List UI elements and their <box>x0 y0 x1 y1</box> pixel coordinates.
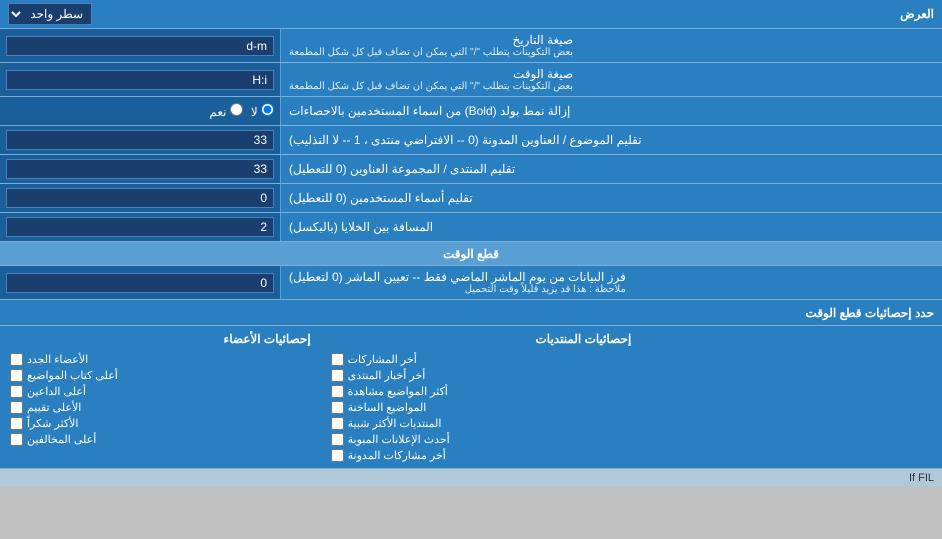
checkbox-item-3: أكثر المواضيع مشاهدة <box>331 385 632 398</box>
checkbox-item-2: أخر أخبار المنتدى <box>331 369 632 382</box>
checkbox-a3la-mokhalifeen[interactable] <box>10 433 23 446</box>
cutoff-label: فرز البيانات من يوم الماشر الماضي فقط --… <box>280 266 942 299</box>
usernames-label: تقليم أسماء المستخدمين (0 للتعطيل) <box>280 184 942 212</box>
checkbox-item-6: أحدث الإعلانات المبوبة <box>331 433 632 446</box>
cell-padding-input-cell <box>0 213 280 241</box>
forum-topics-label: تقليم المنتدى / المجموعة العناوين (0 للت… <box>280 155 942 183</box>
member-checkbox-6: أعلى المخالفين <box>10 433 311 446</box>
forum-topics-row: تقليم المنتدى / المجموعة العناوين (0 للت… <box>0 155 942 184</box>
thread-topics-label: تقليم الموضوع / العناوين المدونة (0 -- ا… <box>280 126 942 154</box>
checkbox-item-1: أخر المشاركات <box>331 353 632 366</box>
checkbox-akthar-mawadee3[interactable] <box>331 385 344 398</box>
time-format-input[interactable] <box>6 70 274 90</box>
checkbox-col-empty <box>631 332 932 462</box>
checkbox-akthar-shokran[interactable] <box>10 417 23 430</box>
cell-padding-row: المسافة بين الخلايا (بالبكسل) <box>0 213 942 242</box>
display-select[interactable]: سطر واحد سطرين ثلاثة أسطر <box>8 3 92 25</box>
usernames-row: تقليم أسماء المستخدمين (0 للتعطيل) <box>0 184 942 213</box>
bold-radio-group: لا نعم <box>209 103 274 119</box>
member-checkbox-1: الأعضاء الجدد <box>10 353 311 366</box>
member-checkbox-2: أعلى كتاب المواضيع <box>10 369 311 382</box>
members-stats-col: إحصائيات الأعضاء الأعضاء الجدد أعلى كتاب… <box>10 332 311 462</box>
checkbox-item-7: أخر مشاركات المدونة <box>331 449 632 462</box>
member-checkbox-4: الأعلى تقييم <box>10 401 311 414</box>
bold-yes-label[interactable]: نعم <box>209 103 242 119</box>
bold-no-radio[interactable] <box>261 103 274 116</box>
checkbox-a3la-da3en[interactable] <box>10 385 23 398</box>
cutoff-section-header: قطع الوقت <box>0 242 942 266</box>
date-format-input[interactable] <box>6 36 274 56</box>
checkboxes-section: إحصائيات المنتديات أخر المشاركات أخر أخب… <box>0 326 942 469</box>
checkbox-montadayat-akthar[interactable] <box>331 417 344 430</box>
cutoff-input-cell <box>0 266 280 299</box>
member-checkbox-5: الأكثر شكراً <box>10 417 311 430</box>
top-row: العرض سطر واحد سطرين ثلاثة أسطر <box>0 0 942 29</box>
checkbox-akhar-mosharakat-madwana[interactable] <box>331 449 344 462</box>
forum-topics-input[interactable] <box>6 159 274 179</box>
date-format-input-cell <box>0 29 280 62</box>
checkbox-akhar-akhbar[interactable] <box>331 369 344 382</box>
display-label: العرض <box>900 7 934 21</box>
checkbox-akhar-mosharakat[interactable] <box>331 353 344 366</box>
checkbox-ahdath-e3lanat[interactable] <box>331 433 344 446</box>
thread-topics-input-cell <box>0 126 280 154</box>
usernames-input[interactable] <box>6 188 274 208</box>
usernames-input-cell <box>0 184 280 212</box>
date-format-label: صيغة التاريخ بعض التكوينات يتطلب "/" الت… <box>280 29 942 62</box>
limit-label: حدد إحصائيات قطع الوقت <box>0 302 942 324</box>
bold-no-label[interactable]: لا <box>251 103 274 119</box>
bold-remove-input-cell: لا نعم <box>0 97 280 125</box>
bottom-bar: If FIL <box>0 469 942 487</box>
thread-topics-row: تقليم الموضوع / العناوين المدونة (0 -- ا… <box>0 126 942 155</box>
thread-topics-input[interactable] <box>6 130 274 150</box>
checkbox-a3daa-jodod[interactable] <box>10 353 23 366</box>
date-format-row: صيغة التاريخ بعض التكوينات يتطلب "/" الت… <box>0 29 942 63</box>
cutoff-row: فرز البيانات من يوم الماشر الماضي فقط --… <box>0 266 942 300</box>
checkbox-a3la-kotab[interactable] <box>10 369 23 382</box>
limit-row: حدد إحصائيات قطع الوقت <box>0 300 942 326</box>
bold-remove-row: إزالة نمط بولد (Bold) من اسماء المستخدمي… <box>0 97 942 126</box>
checkbox-item-5: المنتديات الأكثر شبية <box>331 417 632 430</box>
checkbox-mawadee3-sakhina[interactable] <box>331 401 344 414</box>
time-format-row: صيغة الوقت بعض التكوينات يتطلب "/" التي … <box>0 63 942 97</box>
time-format-input-cell <box>0 63 280 96</box>
checkbox-item-4: المواضيع الساخنة <box>331 401 632 414</box>
bottom-text: If FIL <box>909 472 934 484</box>
cutoff-input[interactable] <box>6 273 274 293</box>
bold-yes-radio[interactable] <box>230 103 243 116</box>
time-format-label: صيغة الوقت بعض التكوينات يتطلب "/" التي … <box>280 63 942 96</box>
forum-stats-col: إحصائيات المنتديات أخر المشاركات أخر أخب… <box>331 332 632 462</box>
forum-topics-input-cell <box>0 155 280 183</box>
bold-remove-label: إزالة نمط بولد (Bold) من اسماء المستخدمي… <box>280 97 942 125</box>
member-checkbox-3: أعلى الداعين <box>10 385 311 398</box>
cell-padding-input[interactable] <box>6 217 274 237</box>
checkbox-a3la-taqyem[interactable] <box>10 401 23 414</box>
cell-padding-label: المسافة بين الخلايا (بالبكسل) <box>280 213 942 241</box>
